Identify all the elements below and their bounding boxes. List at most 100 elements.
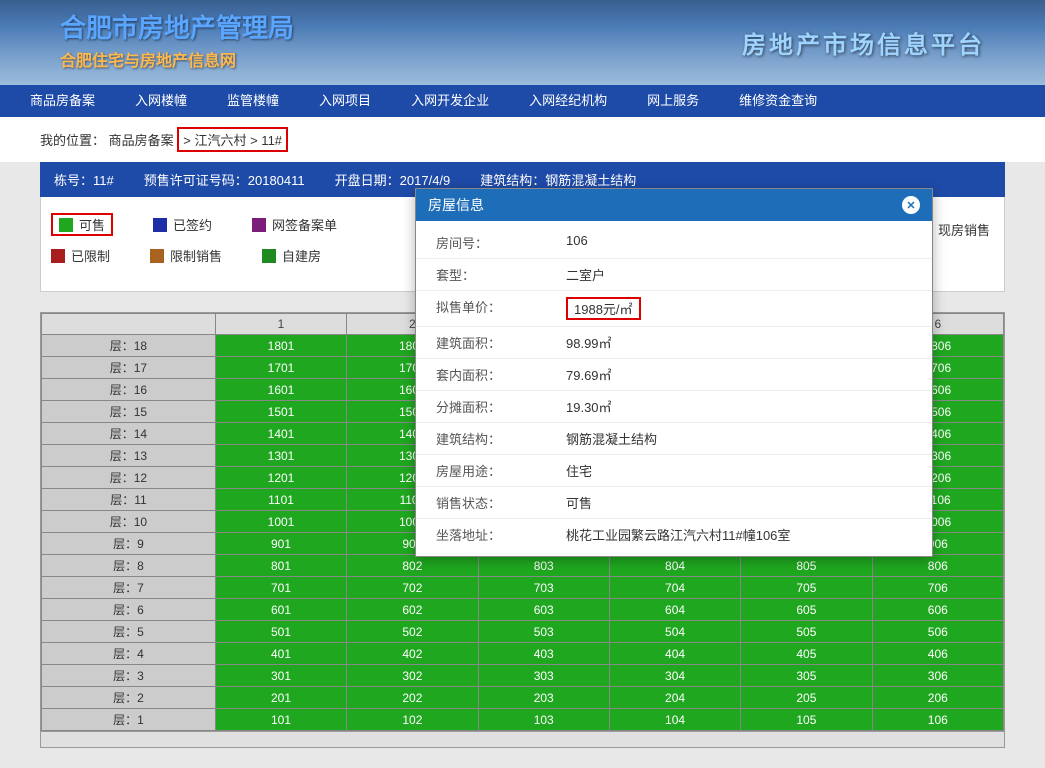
unit-cell[interactable]: 402	[347, 643, 478, 665]
unit-cell[interactable]: 505	[741, 621, 872, 643]
nav-item[interactable]: 维修资金查询	[719, 85, 837, 117]
unit-cell[interactable]: 202	[347, 687, 478, 709]
modal-value: 二室户	[566, 265, 912, 284]
unit-cell[interactable]: 1001	[215, 511, 346, 533]
unit-cell[interactable]: 803	[478, 555, 609, 577]
modal-label: 套型：	[436, 265, 566, 284]
row-header: 层：14	[42, 423, 216, 445]
breadcrumb: 我的位置： 商品房备案 > 江汽六村 > 11#	[0, 117, 1045, 162]
row-header: 层：9	[42, 533, 216, 555]
unit-cell[interactable]: 102	[347, 709, 478, 731]
unit-cell[interactable]: 404	[609, 643, 740, 665]
unit-cell[interactable]: 101	[215, 709, 346, 731]
unit-cell[interactable]: 104	[609, 709, 740, 731]
unit-cell[interactable]: 604	[609, 599, 740, 621]
unit-cell[interactable]: 704	[609, 577, 740, 599]
unit-cell[interactable]: 1101	[215, 489, 346, 511]
unit-cell[interactable]: 804	[609, 555, 740, 577]
unit-cell[interactable]: 103	[478, 709, 609, 731]
legend-label: 已限制	[71, 246, 110, 265]
unit-cell[interactable]: 701	[215, 577, 346, 599]
unit-cell[interactable]: 502	[347, 621, 478, 643]
unit-cell[interactable]: 403	[478, 643, 609, 665]
unit-cell[interactable]: 204	[609, 687, 740, 709]
breadcrumb-highlight[interactable]: > 江汽六村 > 11#	[177, 127, 288, 152]
unit-cell[interactable]: 603	[478, 599, 609, 621]
nav-item[interactable]: 入网楼幢	[115, 85, 207, 117]
unit-cell[interactable]: 805	[741, 555, 872, 577]
nav-item[interactable]: 入网项目	[299, 85, 391, 117]
unit-cell[interactable]: 304	[609, 665, 740, 687]
legend-item: 自建房	[262, 246, 321, 265]
row-header: 层：18	[42, 335, 216, 357]
nav-item[interactable]: 监管楼幢	[207, 85, 299, 117]
unit-cell[interactable]: 405	[741, 643, 872, 665]
unit-cell[interactable]: 806	[872, 555, 1003, 577]
unit-cell[interactable]: 901	[215, 533, 346, 555]
unit-cell[interactable]: 1801	[215, 335, 346, 357]
unit-cell[interactable]: 706	[872, 577, 1003, 599]
breadcrumb-part[interactable]: 商品房备案	[109, 133, 174, 148]
modal-value: 住宅	[566, 461, 912, 480]
unit-cell[interactable]: 105	[741, 709, 872, 731]
unit-cell[interactable]: 606	[872, 599, 1003, 621]
unit-cell[interactable]: 1301	[215, 445, 346, 467]
unit-cell[interactable]: 306	[872, 665, 1003, 687]
unit-cell[interactable]: 1201	[215, 467, 346, 489]
unit-cell[interactable]: 203	[478, 687, 609, 709]
unit-cell[interactable]: 601	[215, 599, 346, 621]
unit-cell[interactable]: 303	[478, 665, 609, 687]
nav-item[interactable]: 入网开发企业	[391, 85, 509, 117]
unit-cell[interactable]: 305	[741, 665, 872, 687]
unit-cell[interactable]: 301	[215, 665, 346, 687]
unit-cell[interactable]: 503	[478, 621, 609, 643]
unit-cell[interactable]: 1701	[215, 357, 346, 379]
row-header: 层：5	[42, 621, 216, 643]
unit-cell[interactable]: 206	[872, 687, 1003, 709]
unit-cell[interactable]: 406	[872, 643, 1003, 665]
row-header: 层：3	[42, 665, 216, 687]
legend-item-obscured: 现房销售	[938, 220, 990, 239]
legend-item: 已签约	[153, 213, 212, 236]
legend-swatch	[51, 249, 65, 263]
modal-row: 建筑面积：98.99㎡	[416, 327, 932, 359]
unit-cell[interactable]: 205	[741, 687, 872, 709]
row-header: 层：4	[42, 643, 216, 665]
info-permit: 预售许可证号码：20180411	[144, 170, 305, 189]
unit-cell[interactable]: 201	[215, 687, 346, 709]
unit-cell[interactable]: 1501	[215, 401, 346, 423]
modal-value: 桃花工业园繁云路江汽六村11#幢106室	[566, 525, 912, 544]
unit-cell[interactable]: 1601	[215, 379, 346, 401]
unit-cell[interactable]: 506	[872, 621, 1003, 643]
modal-title: 房屋信息	[428, 195, 484, 215]
modal-value: 可售	[566, 493, 912, 512]
legend-item: 可售	[51, 213, 113, 236]
modal-row: 房间号：106	[416, 227, 932, 259]
row-header: 层：15	[42, 401, 216, 423]
row-header: 层：16	[42, 379, 216, 401]
unit-cell[interactable]: 504	[609, 621, 740, 643]
unit-cell[interactable]: 605	[741, 599, 872, 621]
modal-header: 房屋信息 ✕	[416, 189, 932, 221]
unit-cell[interactable]: 302	[347, 665, 478, 687]
unit-cell[interactable]: 703	[478, 577, 609, 599]
unit-cell[interactable]: 602	[347, 599, 478, 621]
unit-cell[interactable]: 1401	[215, 423, 346, 445]
unit-cell[interactable]: 705	[741, 577, 872, 599]
legend-label: 可售	[79, 215, 105, 234]
unit-cell[interactable]: 106	[872, 709, 1003, 731]
nav-item[interactable]: 入网经纪机构	[509, 85, 627, 117]
unit-cell[interactable]: 702	[347, 577, 478, 599]
nav-item[interactable]: 商品房备案	[10, 85, 115, 117]
horizontal-scrollbar[interactable]	[41, 731, 1004, 747]
close-icon[interactable]: ✕	[902, 196, 920, 214]
unit-cell[interactable]: 401	[215, 643, 346, 665]
unit-cell[interactable]: 801	[215, 555, 346, 577]
unit-cell[interactable]: 501	[215, 621, 346, 643]
row-header: 层：2	[42, 687, 216, 709]
row-header: 层：12	[42, 467, 216, 489]
legend-label: 已签约	[173, 215, 212, 234]
unit-cell[interactable]: 802	[347, 555, 478, 577]
nav-item[interactable]: 网上服务	[627, 85, 719, 117]
modal-row: 分摊面积：19.30㎡	[416, 391, 932, 423]
